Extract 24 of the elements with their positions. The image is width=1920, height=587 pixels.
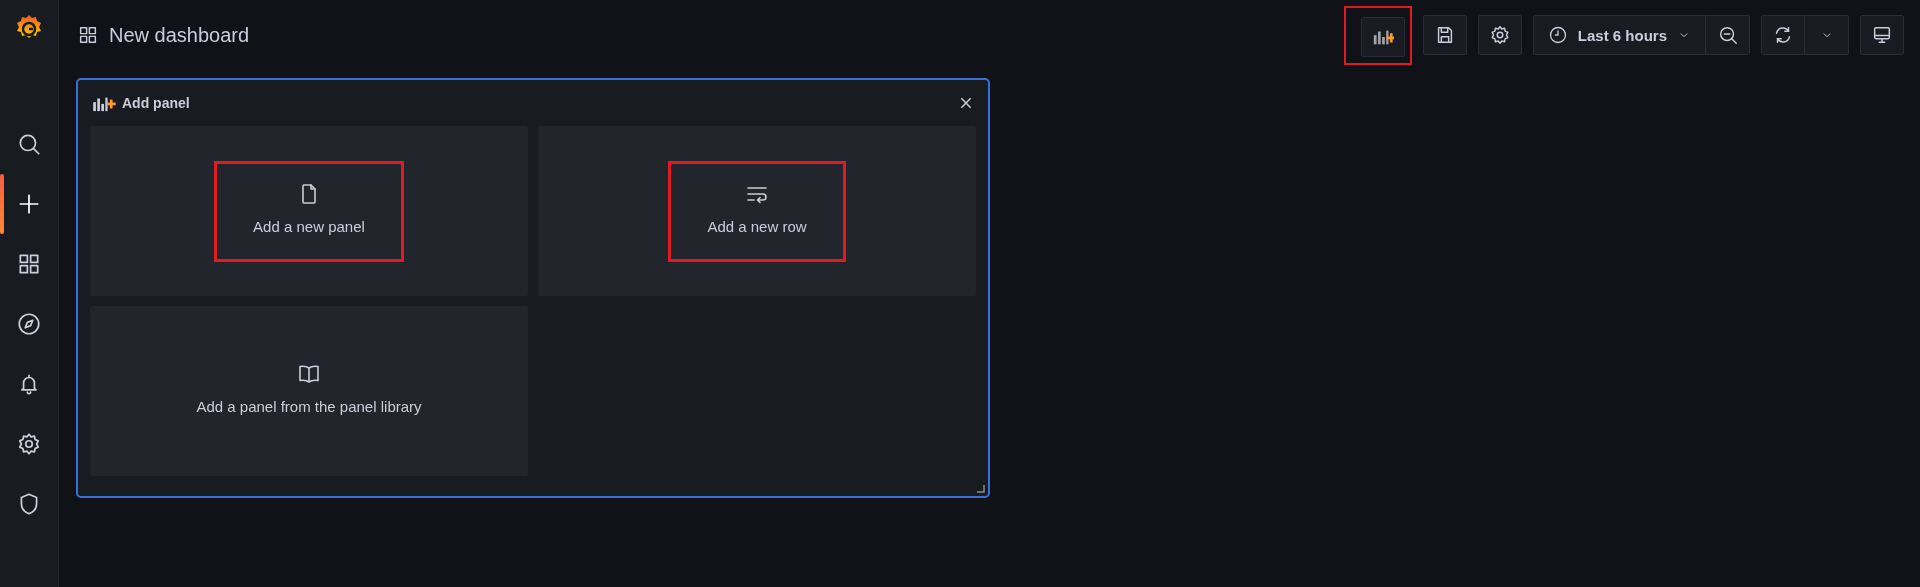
close-button[interactable] xyxy=(958,95,974,111)
add-option-card[interactable]: Add a new row xyxy=(538,126,976,296)
compass-icon xyxy=(16,311,42,337)
save-button[interactable] xyxy=(1422,15,1467,55)
clock-icon xyxy=(1547,25,1568,45)
close-icon xyxy=(958,95,974,111)
zoom-out-button[interactable] xyxy=(1706,15,1750,55)
dashboards-icon xyxy=(16,251,42,277)
time-range-picker[interactable]: Last 6 hours xyxy=(1532,15,1706,55)
option-label: Add a new panel xyxy=(253,217,365,235)
monitor-icon xyxy=(1871,24,1893,46)
resize-handle-icon[interactable] xyxy=(977,485,985,493)
option-label: Add a panel from the panel library xyxy=(196,397,422,415)
add-option-card[interactable]: Add a new panel xyxy=(90,126,528,296)
settings-icon xyxy=(16,431,42,457)
add-panel-button[interactable] xyxy=(1360,16,1405,57)
add-option-card[interactable]: Add a panel from the panel library xyxy=(90,306,528,476)
panel-title: Add panel xyxy=(122,95,191,111)
settings-button[interactable] xyxy=(1477,15,1522,55)
dashboards-icon[interactable] xyxy=(77,24,99,46)
dashboard-title[interactable]: New dashboard xyxy=(109,23,250,47)
option-label: Add a new row xyxy=(707,217,807,235)
view-mode-button[interactable] xyxy=(1860,15,1904,55)
refresh-button[interactable] xyxy=(1761,15,1805,55)
